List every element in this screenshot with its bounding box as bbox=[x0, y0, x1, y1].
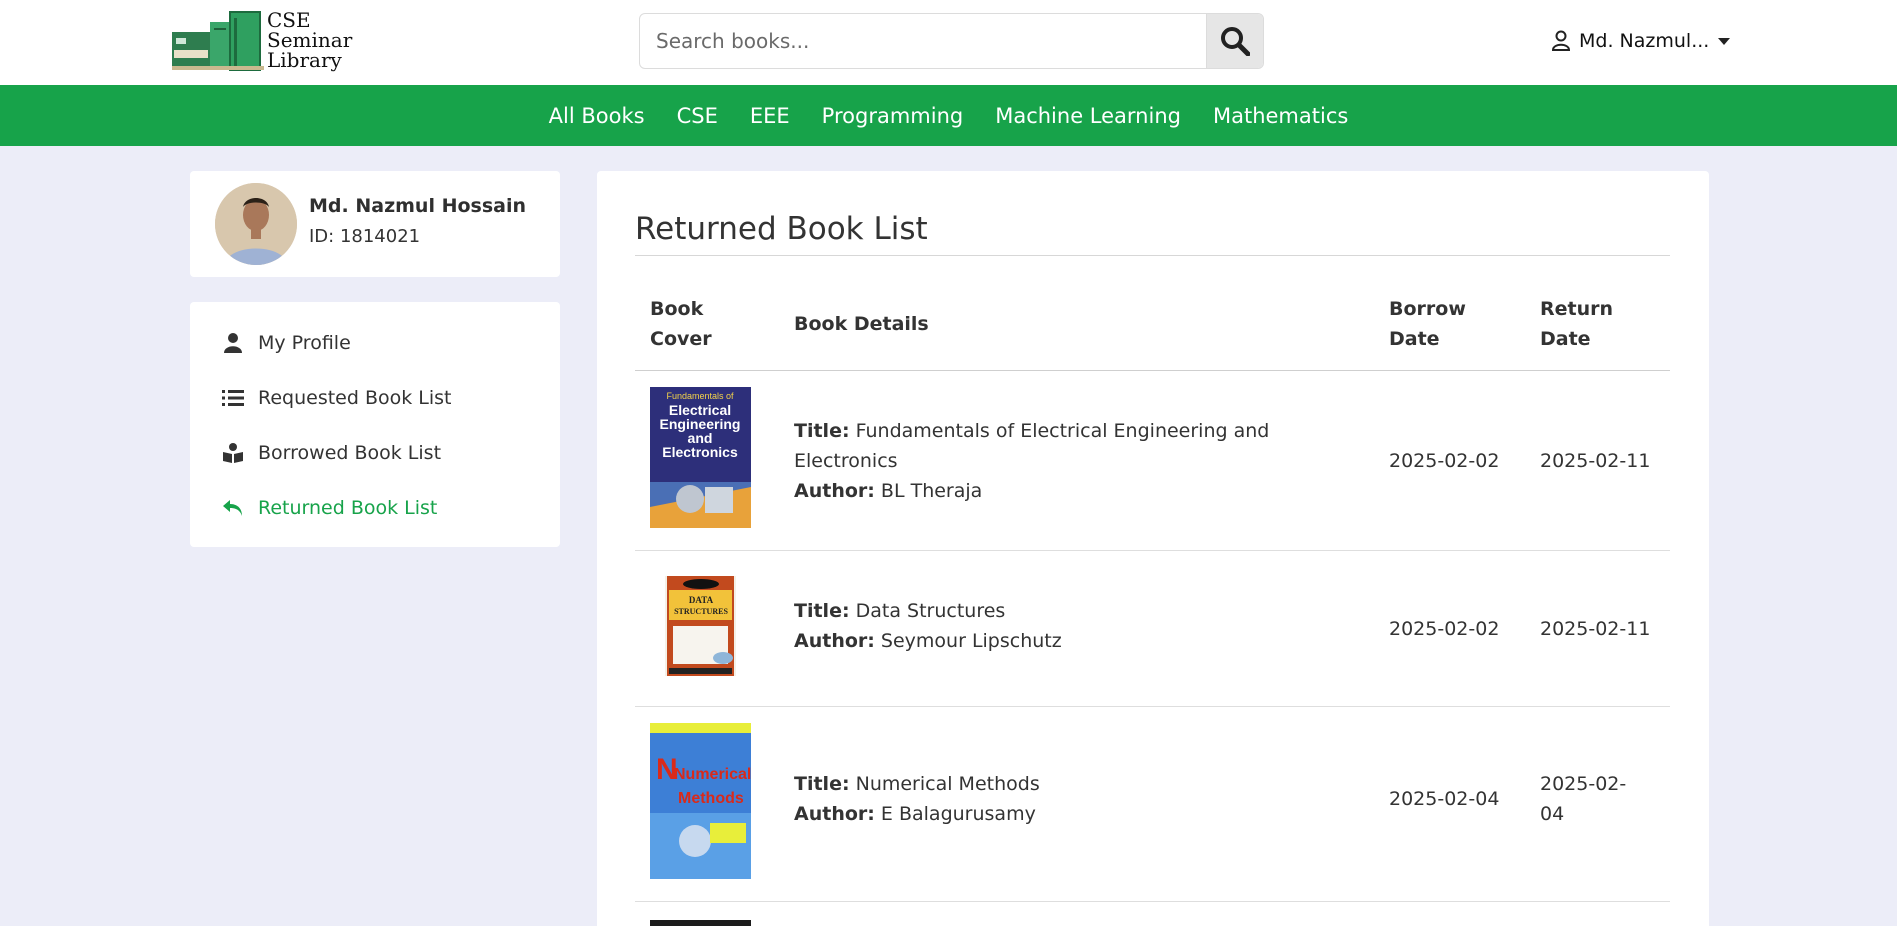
profile-name: Md. Nazmul Hossain bbox=[309, 195, 527, 217]
book-details: Title: Fundamentals of Electrical Engine… bbox=[794, 416, 1294, 506]
profile-id: ID: 1814021 bbox=[309, 226, 421, 247]
cover-text: Electronics bbox=[662, 444, 738, 460]
sidebar-item-returned-books[interactable]: Returned Book List bbox=[220, 491, 437, 525]
page-title: Returned Book List bbox=[635, 211, 928, 247]
book-cover-image: DATA STRUCTURES bbox=[665, 576, 736, 680]
title-label: Title: bbox=[794, 773, 850, 795]
site-logo[interactable]: CSE Seminar Library bbox=[172, 10, 362, 72]
author-label: Author: bbox=[794, 803, 875, 825]
return-date: 2025-02- 04 bbox=[1540, 769, 1626, 829]
return-date-line: 04 bbox=[1540, 803, 1565, 825]
sidebar-item-label: Returned Book List bbox=[258, 497, 438, 519]
book-reader-icon bbox=[223, 443, 243, 463]
cover-text: Numerical bbox=[674, 766, 751, 783]
col-header-line: Return bbox=[1540, 298, 1614, 320]
sidebar-item-label: My Profile bbox=[258, 332, 351, 354]
col-header-line: Date bbox=[1540, 328, 1591, 350]
row-divider bbox=[635, 706, 1670, 707]
book-cover-image: Fundamentals of Electrical Engineering a… bbox=[650, 387, 751, 532]
cover-text: Methods bbox=[678, 790, 744, 807]
col-header-book-cover: Book Cover bbox=[650, 294, 712, 354]
book-cover-image: N Numerical Methods bbox=[650, 723, 751, 883]
logo-line-3: Library bbox=[267, 48, 342, 72]
avatar-image bbox=[215, 183, 297, 265]
borrow-date: 2025-02-02 bbox=[1389, 618, 1500, 640]
sidebar-item-label: Requested Book List bbox=[258, 387, 452, 409]
book-details: Title: Data Structures Author: Seymour L… bbox=[794, 596, 1294, 656]
user-icon bbox=[224, 333, 242, 353]
cover-text: Fundamentals of bbox=[666, 391, 734, 401]
col-header-borrow-date: Borrow Date bbox=[1389, 294, 1466, 354]
list-icon bbox=[222, 390, 244, 406]
logo-line-1: CSE bbox=[267, 8, 311, 32]
category-navbar: All Books CSE EEE Programming Machine Le… bbox=[0, 85, 1897, 146]
cover-text: STRUCTURES bbox=[674, 607, 728, 616]
nav-mathematics[interactable]: Mathematics bbox=[1197, 104, 1364, 128]
book-title-line: Title: Data Structures bbox=[794, 596, 1294, 626]
col-header-return-date: Return Date bbox=[1540, 294, 1613, 354]
top-header: CSE Seminar Library Md. Nazmul... bbox=[0, 0, 1897, 85]
return-date-line: 2025-02- bbox=[1540, 773, 1627, 795]
book-title: Data Structures bbox=[855, 600, 1006, 622]
nav-machine-learning[interactable]: Machine Learning bbox=[979, 104, 1197, 128]
book-author: E Balagurusamy bbox=[880, 803, 1036, 825]
reply-icon bbox=[223, 500, 242, 516]
row-divider bbox=[635, 550, 1670, 551]
search-bar bbox=[639, 13, 1264, 69]
profile-card: Md. Nazmul Hossain ID: 1814021 bbox=[190, 171, 560, 277]
user-outline-icon bbox=[1551, 30, 1571, 51]
book-author: BL Theraja bbox=[880, 480, 983, 502]
return-date: 2025-02-11 bbox=[1540, 618, 1651, 640]
book-title-line: Title: Fundamentals of Electrical Engine… bbox=[794, 416, 1294, 476]
book-title-line: Title: Numerical Methods bbox=[794, 769, 1294, 799]
sidebar-item-label: Borrowed Book List bbox=[258, 442, 442, 464]
table-header-divider bbox=[635, 370, 1670, 371]
logo-line-2: Seminar bbox=[267, 28, 353, 52]
returned-books-panel: Returned Book List Book Cover Book Detai… bbox=[597, 171, 1709, 926]
author-label: Author: bbox=[794, 480, 875, 502]
nav-cse[interactable]: CSE bbox=[661, 104, 734, 128]
col-header-line: Date bbox=[1389, 328, 1440, 350]
sidebar-menu: My Profile Requested Book List Borrowed … bbox=[190, 302, 560, 547]
title-label: Title: bbox=[794, 600, 850, 622]
author-label: Author: bbox=[794, 630, 875, 652]
book-title: Numerical Methods bbox=[855, 773, 1040, 795]
search-input[interactable] bbox=[640, 14, 1208, 68]
user-menu-dropdown[interactable]: Md. Nazmul... bbox=[1551, 26, 1731, 56]
col-header-line: Cover bbox=[650, 328, 712, 350]
search-button[interactable] bbox=[1206, 14, 1263, 68]
avatar bbox=[215, 183, 297, 265]
sidebar-item-requested-books[interactable]: Requested Book List bbox=[220, 381, 452, 415]
borrow-date: 2025-02-02 bbox=[1389, 450, 1500, 472]
search-icon bbox=[1221, 27, 1250, 56]
books-logo-icon bbox=[172, 11, 264, 71]
col-header-line: Borrow bbox=[1389, 298, 1466, 320]
nav-programming[interactable]: Programming bbox=[806, 104, 980, 128]
book-author-line: Author: E Balagurusamy bbox=[794, 799, 1294, 829]
nav-all-books[interactable]: All Books bbox=[533, 104, 661, 128]
caret-down-icon bbox=[1718, 38, 1731, 45]
title-label: Title: bbox=[794, 420, 850, 442]
book-title: Fundamentals of Electrical Engineering a… bbox=[794, 420, 1270, 472]
logo-text: CSE Seminar Library bbox=[267, 10, 352, 70]
cover-text: DATA bbox=[689, 595, 714, 605]
book-cover-image bbox=[650, 918, 751, 926]
book-author-line: Author: Seymour Lipschutz bbox=[794, 626, 1294, 656]
user-menu-name: Md. Nazmul... bbox=[1579, 30, 1710, 52]
book-author-line: Author: BL Theraja bbox=[794, 476, 1294, 506]
return-date: 2025-02-11 bbox=[1540, 450, 1651, 472]
sidebar-item-borrowed-books[interactable]: Borrowed Book List bbox=[220, 436, 441, 470]
nav-eee[interactable]: EEE bbox=[734, 104, 806, 128]
book-details: Title: Numerical Methods Author: E Balag… bbox=[794, 769, 1294, 829]
book-author: Seymour Lipschutz bbox=[880, 630, 1062, 652]
title-divider bbox=[635, 255, 1670, 256]
row-divider bbox=[635, 901, 1670, 902]
col-header-line: Book bbox=[650, 298, 704, 320]
sidebar-item-my-profile[interactable]: My Profile bbox=[220, 326, 351, 360]
borrow-date: 2025-02-04 bbox=[1389, 788, 1500, 810]
col-header-book-details: Book Details bbox=[794, 313, 929, 335]
